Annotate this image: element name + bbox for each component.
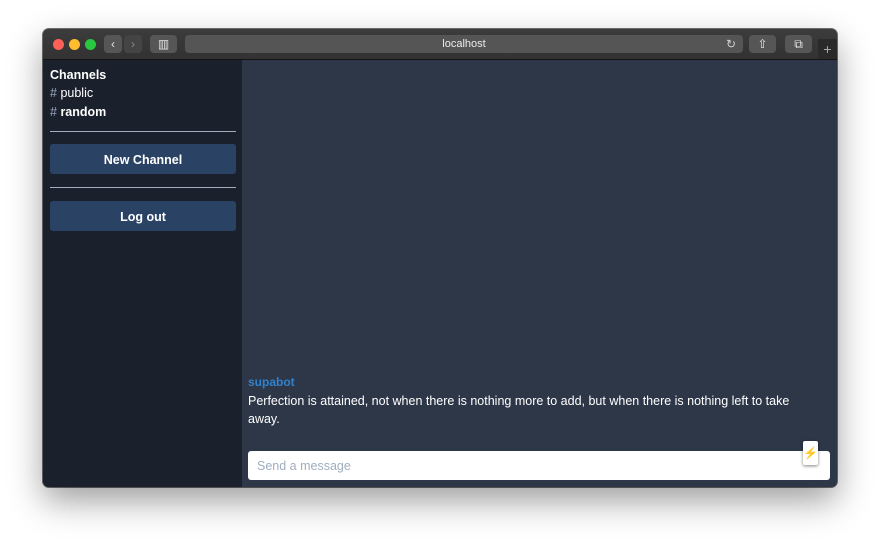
browser-window: ‹ › ▥ localhost ↻ ⇧ ⧉ + Channels # publi… xyxy=(43,29,837,487)
browser-toolbar: ‹ › ▥ localhost ↻ ⇧ ⧉ + xyxy=(43,29,837,60)
tabs-overview-icon[interactable]: ⧉ xyxy=(785,35,812,53)
back-icon[interactable]: ‹ xyxy=(104,35,122,53)
divider xyxy=(50,131,236,132)
message-input[interactable] xyxy=(248,451,830,480)
channel-item-random[interactable]: # random xyxy=(50,105,106,119)
sidebar-toggle-icon[interactable]: ▥ xyxy=(150,35,177,53)
channel-name: random xyxy=(60,105,107,119)
minimize-window-button[interactable] xyxy=(69,39,80,50)
hash-icon: # xyxy=(50,105,57,119)
sidebar: Channels # public # random New Channel L… xyxy=(43,60,242,487)
divider xyxy=(50,187,236,188)
logout-button[interactable]: Log out xyxy=(50,201,236,231)
message-username: supabot xyxy=(248,375,295,389)
channel-item-public[interactable]: # public xyxy=(50,86,93,100)
hash-icon: # xyxy=(50,86,57,100)
share-icon[interactable]: ⇧ xyxy=(749,35,776,53)
new-tab-icon[interactable]: + xyxy=(818,39,837,59)
message-area: supabot Perfection is attained, not when… xyxy=(242,60,837,487)
lightning-icon[interactable]: ⚡ xyxy=(803,441,818,465)
channels-heading: Channels xyxy=(50,68,107,82)
reload-icon[interactable]: ↻ xyxy=(723,35,739,53)
forward-icon[interactable]: › xyxy=(124,35,142,53)
address-bar[interactable]: localhost ↻ xyxy=(185,35,743,53)
channel-name: public xyxy=(60,86,94,100)
address-text: localhost xyxy=(442,38,486,50)
message-text: Perfection is attained, not when there i… xyxy=(248,394,790,426)
new-channel-button[interactable]: New Channel xyxy=(50,144,236,174)
close-window-button[interactable] xyxy=(53,39,64,50)
zoom-window-button[interactable] xyxy=(85,39,96,50)
